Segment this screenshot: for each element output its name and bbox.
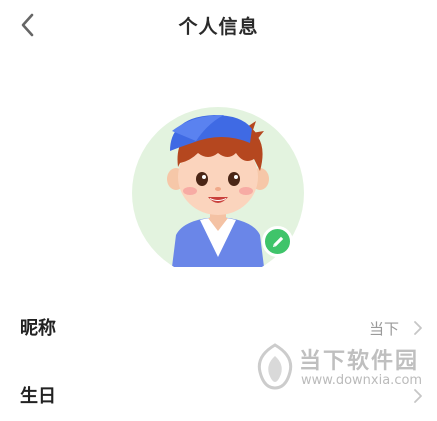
birthday-label: 生日: [20, 386, 56, 407]
page-title: 个人信息: [178, 16, 259, 38]
nickname-value: 当下: [368, 320, 399, 338]
edit-avatar-button[interactable]: [262, 226, 293, 257]
watermark: 当下软件园 www.downxia.com: [254, 340, 429, 395]
nickname-label: 昵称: [20, 318, 56, 339]
watermark-title: 当下软件园: [299, 349, 420, 374]
watermark-url: www.downxia.com: [301, 373, 423, 388]
nav-bar: 个人信息: [0, 0, 437, 50]
chevron-right-icon: [413, 320, 423, 340]
avatar-section: [132, 107, 308, 279]
watermark-logo-icon: [254, 342, 296, 396]
